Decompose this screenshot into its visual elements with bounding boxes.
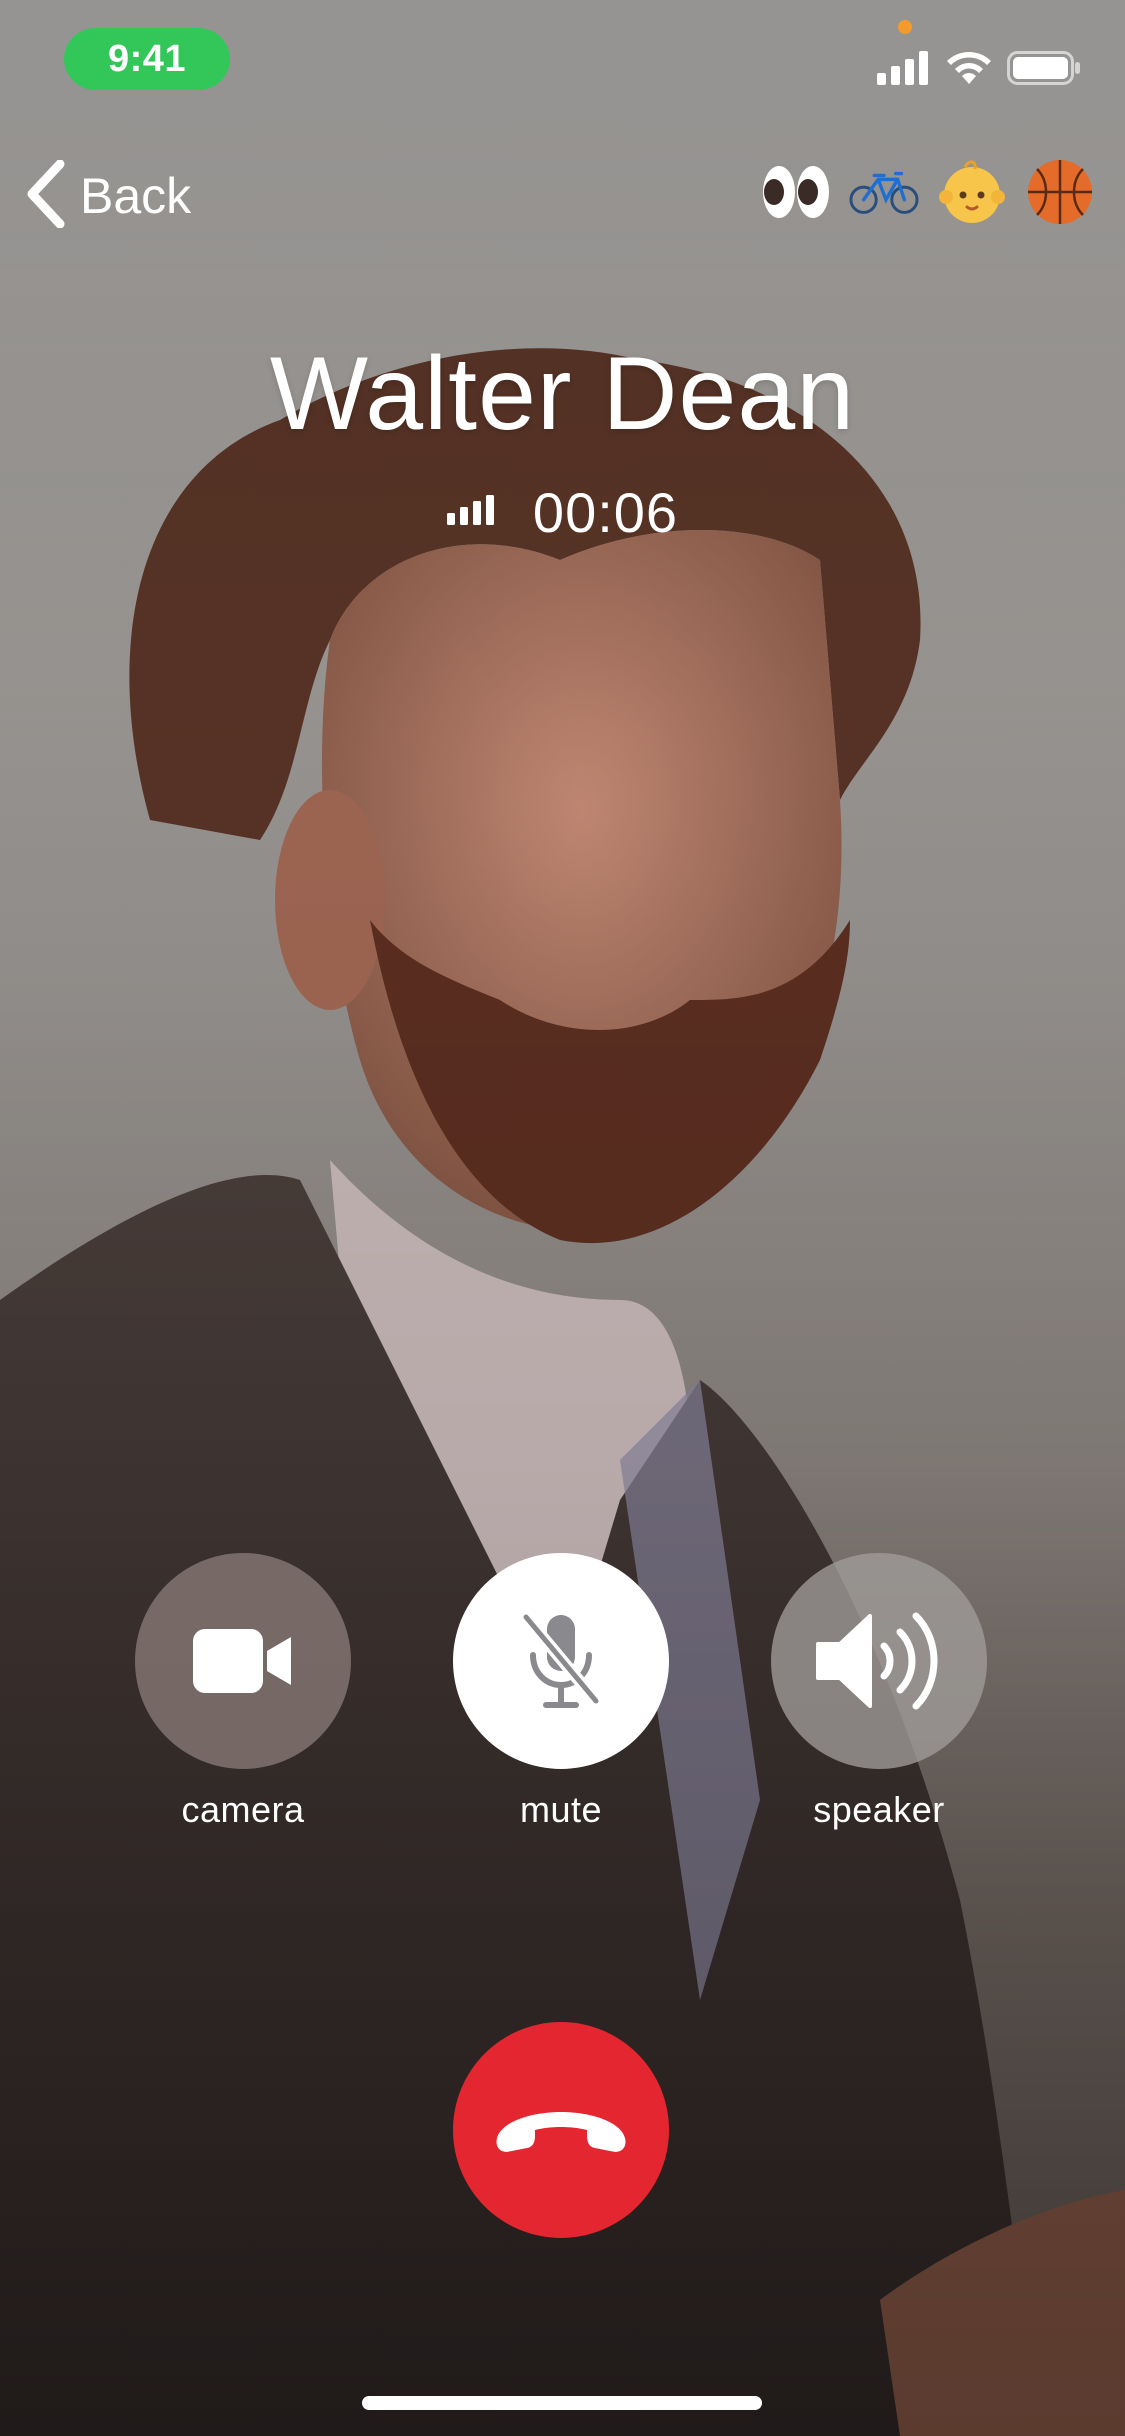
reaction-bicycle[interactable] bbox=[849, 152, 919, 232]
speaker-volume-icon bbox=[816, 1612, 938, 1710]
bicycle-icon bbox=[849, 171, 919, 214]
call-duration: 00:06 bbox=[532, 481, 679, 544]
speaker-button[interactable] bbox=[771, 1553, 987, 1769]
battery-icon bbox=[1007, 51, 1081, 90]
mute-control: mute bbox=[453, 1553, 669, 1831]
basketball-icon bbox=[1028, 160, 1092, 224]
back-button[interactable]: Back bbox=[26, 159, 192, 233]
cellular-signal-icon bbox=[877, 51, 931, 90]
wifi-icon bbox=[945, 50, 993, 91]
camera-control: camera bbox=[135, 1553, 351, 1831]
call-status: 00:06 bbox=[0, 480, 1125, 545]
eyes-icon bbox=[763, 166, 829, 218]
speaker-control: speaker bbox=[771, 1553, 987, 1831]
call-controls: camera mute speaker bbox=[0, 1553, 1125, 1853]
reaction-baby[interactable] bbox=[937, 152, 1007, 232]
caller-name: Walter Dean bbox=[269, 336, 856, 452]
chevron-left-icon bbox=[26, 159, 66, 233]
status-bar: 9:41 bbox=[0, 0, 1125, 120]
baby-icon bbox=[939, 160, 1005, 223]
speaker-label: speaker bbox=[813, 1789, 945, 1830]
camera-button[interactable] bbox=[135, 1553, 351, 1769]
camera-label: camera bbox=[181, 1789, 305, 1830]
mute-label: mute bbox=[519, 1789, 603, 1830]
end-call-button[interactable] bbox=[453, 2022, 669, 2238]
back-label: Back bbox=[80, 168, 192, 224]
phone-hangup-icon bbox=[496, 2112, 626, 2152]
status-time: 9:41 bbox=[107, 37, 187, 80]
reaction-basketball[interactable] bbox=[1025, 152, 1095, 232]
mute-button[interactable] bbox=[453, 1553, 669, 1769]
status-icons bbox=[877, 50, 1081, 91]
home-indicator[interactable] bbox=[362, 2396, 762, 2410]
video-camera-icon bbox=[193, 1629, 291, 1693]
reaction-bar bbox=[761, 152, 1095, 232]
reaction-eyes[interactable] bbox=[761, 152, 831, 232]
status-time-pill[interactable]: 9:41 bbox=[64, 28, 230, 90]
privacy-indicator-dot bbox=[898, 20, 912, 34]
microphone-slash-icon bbox=[520, 1611, 602, 1708]
call-screen: 9:41 Back Walter Dean 00:06 camera mute … bbox=[0, 0, 1125, 2436]
signal-strength-icon bbox=[446, 495, 497, 530]
